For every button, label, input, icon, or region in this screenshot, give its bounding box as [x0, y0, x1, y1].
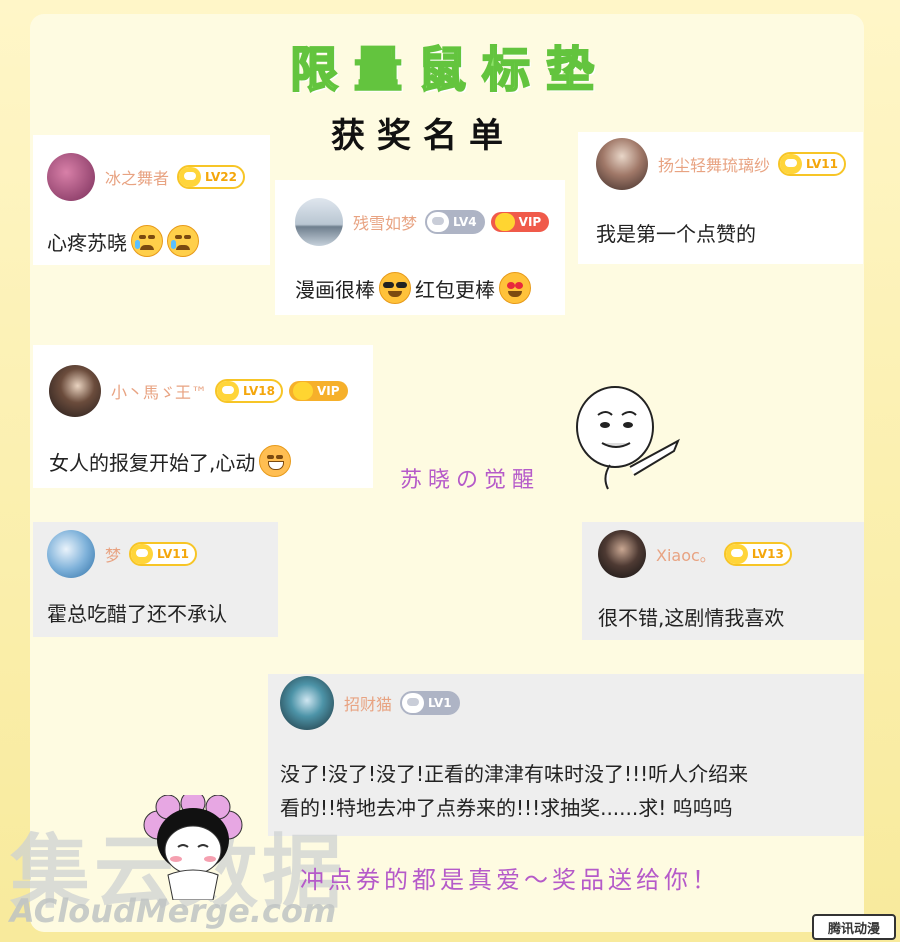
level-badge: LV1 [400, 691, 460, 715]
comment-card: 小丶馬ゞ王™ LV18 VIP 女人的报复开始了,心动 [33, 345, 373, 488]
level-badge: LV13 [723, 542, 792, 566]
comment-card: 残雪如梦 LV4 VIP 漫画很棒 红包更棒 [275, 180, 565, 315]
level-badge: LV11 [129, 542, 197, 566]
comment-card: Xiaoc。 LV13 很不错,这剧情我喜欢 [582, 522, 864, 640]
page-title: 限量鼠标垫 [289, 41, 610, 99]
vip-badge: VIP [289, 381, 348, 401]
comment-text: 霍总吃醋了还不承认 [47, 602, 227, 626]
username[interactable]: 小丶馬ゞ王™ [111, 379, 207, 403]
comment-text: 我是第一个点赞的 [596, 222, 756, 246]
comment-text: 很不错,这剧情我喜欢 [598, 606, 785, 630]
username[interactable]: Xiaoc。 [656, 542, 716, 566]
avatar[interactable] [596, 138, 648, 190]
comment-card: 梦 LV11 霍总吃醋了还不承认 [33, 522, 278, 637]
crying-emoji-icon [167, 225, 199, 257]
username[interactable]: 招财猫 [344, 691, 392, 715]
bird-icon [427, 212, 450, 232]
crown-icon [494, 213, 515, 231]
crying-emoji-icon [131, 225, 163, 257]
level-badge: LV4 [425, 210, 485, 234]
pointing-meme-icon [576, 386, 680, 490]
sunglasses-emoji-icon [379, 272, 411, 304]
level-badge: LV11 [778, 152, 846, 176]
cartoon-girl-icon [143, 795, 243, 900]
comment-card: 扬尘轻舞琉璃纱 LV11 我是第一个点赞的 [578, 132, 863, 264]
comment-text-line: 没了!没了!没了!正看的津津有味时没了!!!听人介绍来 [280, 762, 749, 786]
comment-text: 漫画很棒 红包更棒 [295, 272, 531, 304]
heart-eyes-emoji-icon [499, 272, 531, 304]
vip-badge: VIP [490, 212, 550, 232]
crown-icon [293, 382, 313, 400]
comment-text-line: 看的!!特地去冲了点券来的!!!求抽奖......求! 呜呜呜 [280, 796, 733, 820]
level-badge: LV18 [215, 379, 283, 403]
bird-icon [179, 167, 202, 187]
comment-card: 冰之舞者 LV22 心疼苏晓 [33, 135, 270, 265]
username[interactable]: 扬尘轻舞琉璃纱 [658, 152, 770, 176]
avatar[interactable] [280, 676, 334, 730]
username[interactable]: 冰之舞者 [105, 165, 169, 189]
brand-logo: 腾讯动漫 [812, 914, 896, 940]
grinning-emoji-icon [259, 445, 292, 477]
bird-icon [402, 693, 425, 713]
username[interactable]: 残雪如梦 [353, 210, 417, 234]
bird-icon [780, 154, 803, 174]
bird-icon [725, 544, 748, 564]
avatar[interactable] [49, 365, 101, 417]
level-badge: LV22 [177, 165, 245, 189]
username[interactable]: 梦 [105, 542, 121, 566]
avatar[interactable] [47, 530, 95, 578]
avatar[interactable] [47, 153, 95, 201]
comment-text: 心疼苏晓 [47, 225, 199, 257]
bottom-caption: 冲点券的都是真爱～奖品送给你！ [300, 866, 720, 894]
comment-text: 女人的报复开始了,心动 [49, 445, 292, 477]
middle-caption: 苏晓の觉醒 [400, 468, 541, 493]
avatar[interactable] [295, 198, 343, 246]
comment-card: 招财猫 LV1 没了!没了!没了!正看的津津有味时没了!!!听人介绍来 看的!!… [268, 674, 864, 836]
bird-icon [217, 381, 240, 401]
bird-icon [131, 544, 154, 564]
avatar[interactable] [598, 530, 646, 578]
